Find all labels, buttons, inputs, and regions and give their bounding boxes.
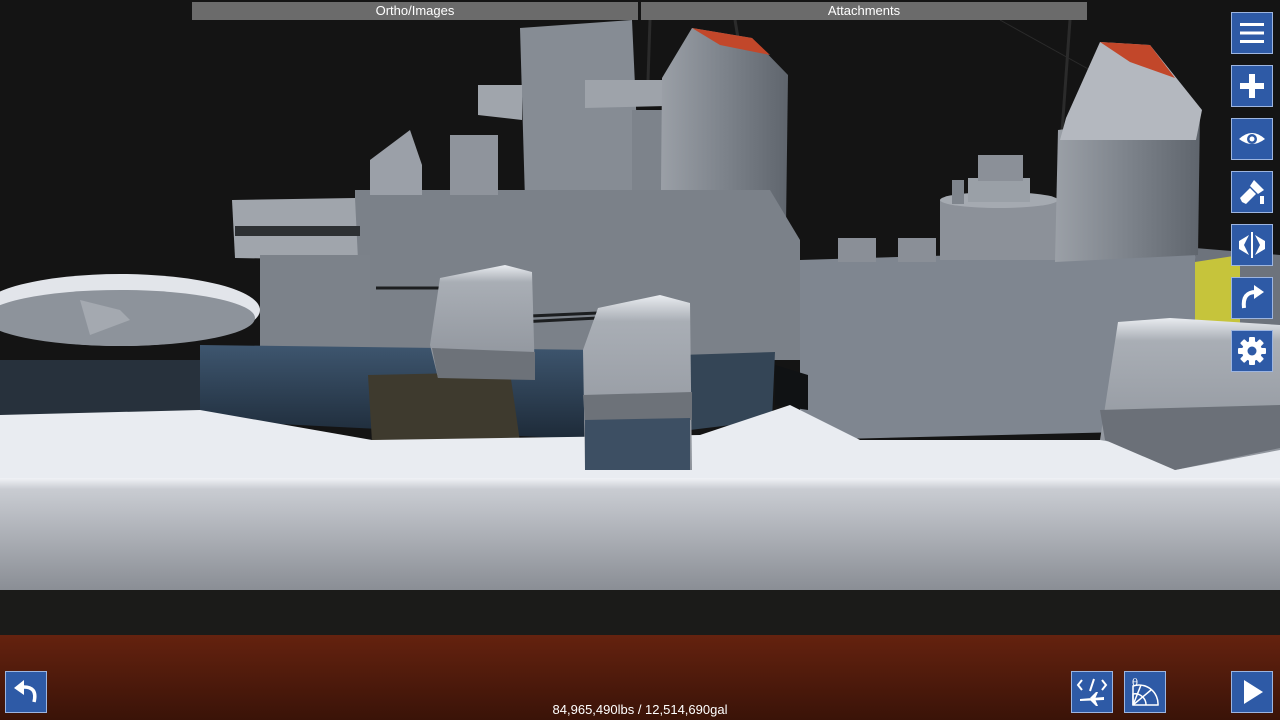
add-part-button[interactable] xyxy=(1231,65,1273,107)
menu-icon xyxy=(1240,23,1264,43)
symmetry-icon xyxy=(1239,232,1265,258)
settings-button[interactable] xyxy=(1231,330,1273,372)
tab-attachments[interactable]: Attachments xyxy=(641,2,1087,20)
play-icon xyxy=(1244,680,1263,704)
menu-button[interactable] xyxy=(1231,12,1273,54)
launch-button[interactable] xyxy=(1231,671,1273,713)
eye-icon xyxy=(1239,133,1265,144)
rotate-button[interactable] xyxy=(1231,277,1273,319)
angle-radar-icon: θ xyxy=(1132,678,1159,706)
view-button[interactable] xyxy=(1231,118,1273,160)
rotate-icon xyxy=(1241,285,1264,309)
paint-brush-icon xyxy=(1240,180,1264,204)
gear-icon xyxy=(1238,337,1266,365)
undo-button[interactable] xyxy=(5,671,47,713)
designer-viewport[interactable] xyxy=(0,0,1280,720)
xml-aircraft-icon xyxy=(1076,678,1108,706)
symmetry-button[interactable] xyxy=(1231,224,1273,266)
plus-icon xyxy=(1240,74,1264,98)
fine-tuner-button[interactable]: θ xyxy=(1124,671,1166,713)
tab-ortho-images[interactable]: Ortho/Images xyxy=(192,2,638,20)
undo-icon xyxy=(14,680,37,703)
paint-button[interactable] xyxy=(1231,171,1273,213)
mass-fuel-readout: 84,965,490lbs / 12,514,690gal xyxy=(552,702,728,717)
xml-editor-button[interactable] xyxy=(1071,671,1113,713)
svg-text:θ: θ xyxy=(1132,678,1138,689)
